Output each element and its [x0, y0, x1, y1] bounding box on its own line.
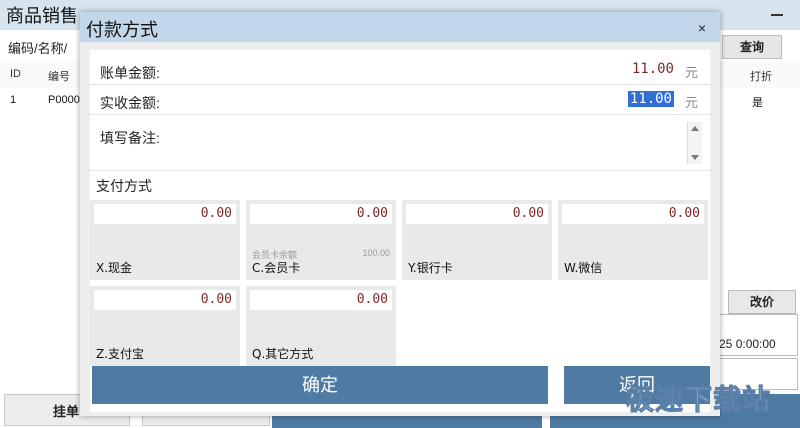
- scroll-down-icon[interactable]: [691, 155, 699, 160]
- column-discount: 打折: [750, 71, 772, 83]
- received-amount-label: 实收金额:: [100, 95, 160, 111]
- pay-method-alipay[interactable]: 0.00 Z.支付宝: [90, 286, 240, 366]
- received-amount-unit: 元: [684, 95, 698, 110]
- cell-discount: 是: [752, 97, 763, 109]
- bank-card-amount-input[interactable]: 0.00: [406, 204, 548, 224]
- dialog-title: 付款方式: [86, 20, 158, 40]
- dialog-title-bar: 付款方式 ×: [80, 12, 720, 42]
- wechat-amount-input[interactable]: 0.00: [562, 204, 704, 224]
- note-field[interactable]: 填写备注:: [90, 118, 710, 171]
- other-label: Q.其它方式: [252, 347, 314, 361]
- bill-amount-value: 11.00: [631, 61, 674, 77]
- cell-id: 1: [10, 94, 17, 106]
- received-amount-row[interactable]: 实收金额: 11.00 元: [90, 86, 710, 115]
- received-amount-input[interactable]: 11.00: [627, 91, 674, 107]
- background-window-title: 商品销售: [6, 6, 78, 26]
- pay-method-bank-card[interactable]: 0.00 Y.银行卡: [402, 200, 552, 280]
- scroll-up-icon[interactable]: [691, 126, 699, 131]
- column-code: 编号: [48, 71, 70, 83]
- query-button[interactable]: 查询: [722, 35, 782, 59]
- column-id: ID: [10, 68, 21, 80]
- wechat-label: W.微信: [564, 261, 603, 275]
- alipay-amount-input[interactable]: 0.00: [94, 290, 236, 310]
- cash-amount-input[interactable]: 0.00: [94, 204, 236, 224]
- payment-dialog: 付款方式 × 账单金额: 11.00 元 实收金额: 11.00 元 填写备注:…: [80, 12, 720, 416]
- cash-label: X.现金: [96, 261, 133, 275]
- bill-amount-unit: 元: [684, 65, 698, 80]
- dialog-body: 账单金额: 11.00 元 实收金额: 11.00 元 填写备注: 支付方式 0…: [90, 50, 710, 412]
- bill-amount-row: 账单金额: 11.00 元: [90, 56, 710, 85]
- search-label: 编码/名称/: [8, 41, 68, 56]
- pay-method-cash[interactable]: 0.00 X.现金: [90, 200, 240, 280]
- bank-card-label: Y.银行卡: [408, 261, 453, 275]
- note-label: 填写备注:: [100, 130, 160, 146]
- note-scrollbar[interactable]: [687, 122, 702, 164]
- confirm-button[interactable]: 确定: [92, 366, 548, 404]
- alipay-label: Z.支付宝: [96, 347, 145, 361]
- hold-order-label: 挂单: [53, 404, 80, 419]
- close-icon[interactable]: ×: [692, 18, 712, 38]
- pay-method-member-card[interactable]: 0.00 会员卡余额 100.00 C.会员卡: [246, 200, 396, 280]
- pay-method-wechat[interactable]: 0.00 W.微信: [558, 200, 708, 280]
- other-amount-input[interactable]: 0.00: [250, 290, 392, 310]
- change-price-button[interactable]: 改价: [728, 290, 796, 314]
- member-card-label: C.会员卡: [252, 261, 301, 275]
- watermark-logo: 极速下载站: [625, 383, 772, 417]
- member-card-amount-input[interactable]: 0.00: [250, 204, 392, 224]
- payment-section-title: 支付方式: [96, 178, 152, 194]
- minimize-icon[interactable]: [770, 6, 784, 20]
- bill-amount-label: 账单金额:: [100, 65, 160, 81]
- member-card-balance-value: 100.00: [362, 248, 390, 258]
- pay-method-other[interactable]: 0.00 Q.其它方式: [246, 286, 396, 366]
